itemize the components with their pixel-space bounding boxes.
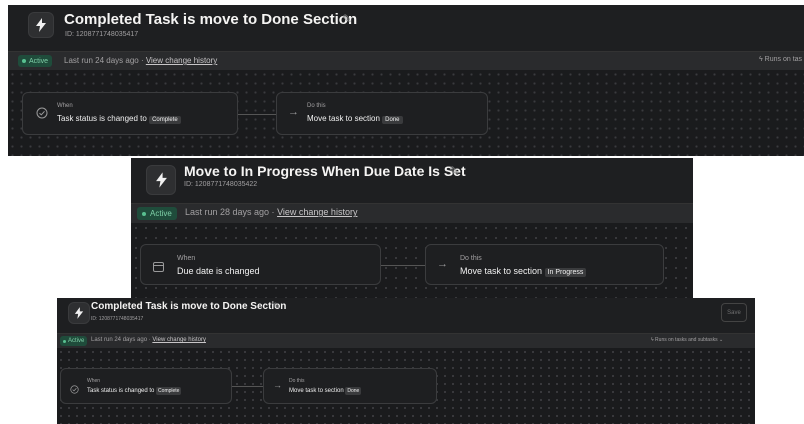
chevron-down-icon: ⌄ xyxy=(718,337,724,343)
status-label: Active xyxy=(150,209,172,218)
runs-on-label: Runs on tasks and subtasks xyxy=(655,337,718,343)
arrow-right-icon: → xyxy=(437,258,448,270)
last-run-text: Last run 24 days ago · View change histo… xyxy=(91,337,206,343)
view-change-history-link[interactable]: View change history xyxy=(146,56,217,65)
connector-line xyxy=(238,114,276,115)
trigger-card[interactable]: When Task status is changed to Complete xyxy=(22,92,238,135)
rule-id: ID: 1208771748035417 xyxy=(91,316,144,322)
connector-line xyxy=(232,386,263,387)
action-description: Move task to section xyxy=(289,388,344,394)
view-change-history-link[interactable]: View change history xyxy=(277,207,357,217)
runs-on-dropdown[interactable]: ϟ Runs on tasks and subtasks ⌄ xyxy=(651,337,723,343)
lightning-outline-icon: ϟ xyxy=(651,337,654,343)
status-dot-icon xyxy=(142,211,146,216)
action-value-chip: Done xyxy=(382,116,403,124)
calendar-icon xyxy=(153,259,164,277)
action-value-chip: In Progress xyxy=(544,268,587,277)
rule-screenshot-3: Completed Task is move to Done Section ✎… xyxy=(57,298,755,424)
last-run-label: Last run 24 days ago · xyxy=(91,337,153,343)
action-card[interactable]: → Do this Move task to section In Progre… xyxy=(425,244,664,285)
action-description: Move task to section xyxy=(460,266,543,276)
rule-title[interactable]: Completed Task is move to Done Section xyxy=(64,11,357,28)
view-change-history-link[interactable]: View change history xyxy=(152,337,206,343)
do-this-label: Do this xyxy=(289,378,305,384)
workflow-canvas: When Due date is changed → Do this Move … xyxy=(131,223,693,298)
check-circle-icon xyxy=(70,381,79,399)
status-label: Active xyxy=(29,57,49,65)
rule-header: Completed Task is move to Done Section ✎… xyxy=(57,298,755,328)
last-run-label: Last run 28 days ago · xyxy=(185,207,278,217)
last-run-text: Last run 28 days ago · View change histo… xyxy=(185,207,357,217)
rule-header: Completed Task is move to Done Section ✎… xyxy=(8,5,804,47)
status-dot-icon xyxy=(22,59,26,63)
trigger-text: Task status is changed to Complete xyxy=(87,387,182,395)
check-circle-icon xyxy=(36,106,48,124)
pencil-icon[interactable]: ✎ xyxy=(273,301,281,312)
trigger-value-chip: Complete xyxy=(149,116,181,124)
action-text: Move task to section Done xyxy=(289,387,362,395)
save-button[interactable]: Save xyxy=(721,303,747,322)
lightning-bolt-icon xyxy=(146,165,176,195)
do-this-label: Do this xyxy=(460,255,482,262)
pencil-icon[interactable]: ✎ xyxy=(449,164,459,178)
rule-header: Move to In Progress When Due Date Is Set… xyxy=(131,158,693,202)
action-card[interactable]: → Do this Move task to section Done xyxy=(263,368,437,404)
lightning-bolt-icon xyxy=(68,302,90,324)
lightning-bolt-icon xyxy=(28,12,54,38)
rule-id: ID: 1208771748035422 xyxy=(184,181,258,188)
trigger-card[interactable]: When Task status is changed to Complete xyxy=(60,368,232,404)
lightning-outline-icon: ϟ xyxy=(759,56,763,63)
status-bar: Active Last run 24 days ago · View chang… xyxy=(57,333,755,349)
rule-screenshot-2: Move to In Progress When Due Date Is Set… xyxy=(131,158,693,298)
rule-screenshot-1: Completed Task is move to Done Section ✎… xyxy=(8,5,804,156)
trigger-text: Task status is changed to Complete xyxy=(57,114,181,124)
status-bar: Active Last run 24 days ago · View chang… xyxy=(8,51,804,71)
pencil-icon[interactable]: ✎ xyxy=(342,12,352,26)
workflow-canvas: When Task status is changed to Complete … xyxy=(57,348,755,424)
active-badge: Active xyxy=(137,207,177,220)
status-bar: Active Last run 28 days ago · View chang… xyxy=(131,203,693,224)
active-badge: Active xyxy=(60,336,88,346)
runs-on-dropdown[interactable]: ϟ Runs on tas xyxy=(759,56,802,63)
rule-title[interactable]: Move to In Progress When Due Date Is Set xyxy=(184,163,466,179)
arrow-right-icon: → xyxy=(273,380,282,390)
rule-title[interactable]: Completed Task is move to Done Section xyxy=(91,301,286,312)
trigger-description: Task status is changed to xyxy=(87,388,155,394)
action-value-chip: Done xyxy=(345,387,362,395)
when-label: When xyxy=(57,103,73,109)
arrow-right-icon: → xyxy=(288,106,299,118)
connector-line xyxy=(381,265,425,266)
trigger-value-chip: Complete xyxy=(156,387,182,395)
action-text: Move task to section In Progress xyxy=(460,266,587,277)
trigger-card[interactable]: When Due date is changed xyxy=(140,244,381,285)
status-label: Active xyxy=(68,338,85,344)
when-label: When xyxy=(87,378,101,384)
runs-on-label: Runs on tas xyxy=(764,56,803,63)
rule-id: ID: 1208771748035417 xyxy=(65,31,139,38)
action-card[interactable]: → Do this Move task to section Done xyxy=(276,92,488,135)
status-dot-icon xyxy=(63,339,66,343)
do-this-label: Do this xyxy=(307,103,326,109)
action-text: Move task to section Done xyxy=(307,114,403,124)
workflow-canvas: When Task status is changed to Complete … xyxy=(8,70,804,156)
active-badge: Active xyxy=(18,55,53,67)
last-run-label: Last run 24 days ago · xyxy=(64,56,146,65)
action-description: Move task to section xyxy=(307,114,380,123)
trigger-text: Due date is changed xyxy=(177,266,260,276)
trigger-description: Task status is changed to xyxy=(57,114,147,123)
when-label: When xyxy=(177,255,196,262)
last-run-text: Last run 24 days ago · View change histo… xyxy=(64,56,217,65)
